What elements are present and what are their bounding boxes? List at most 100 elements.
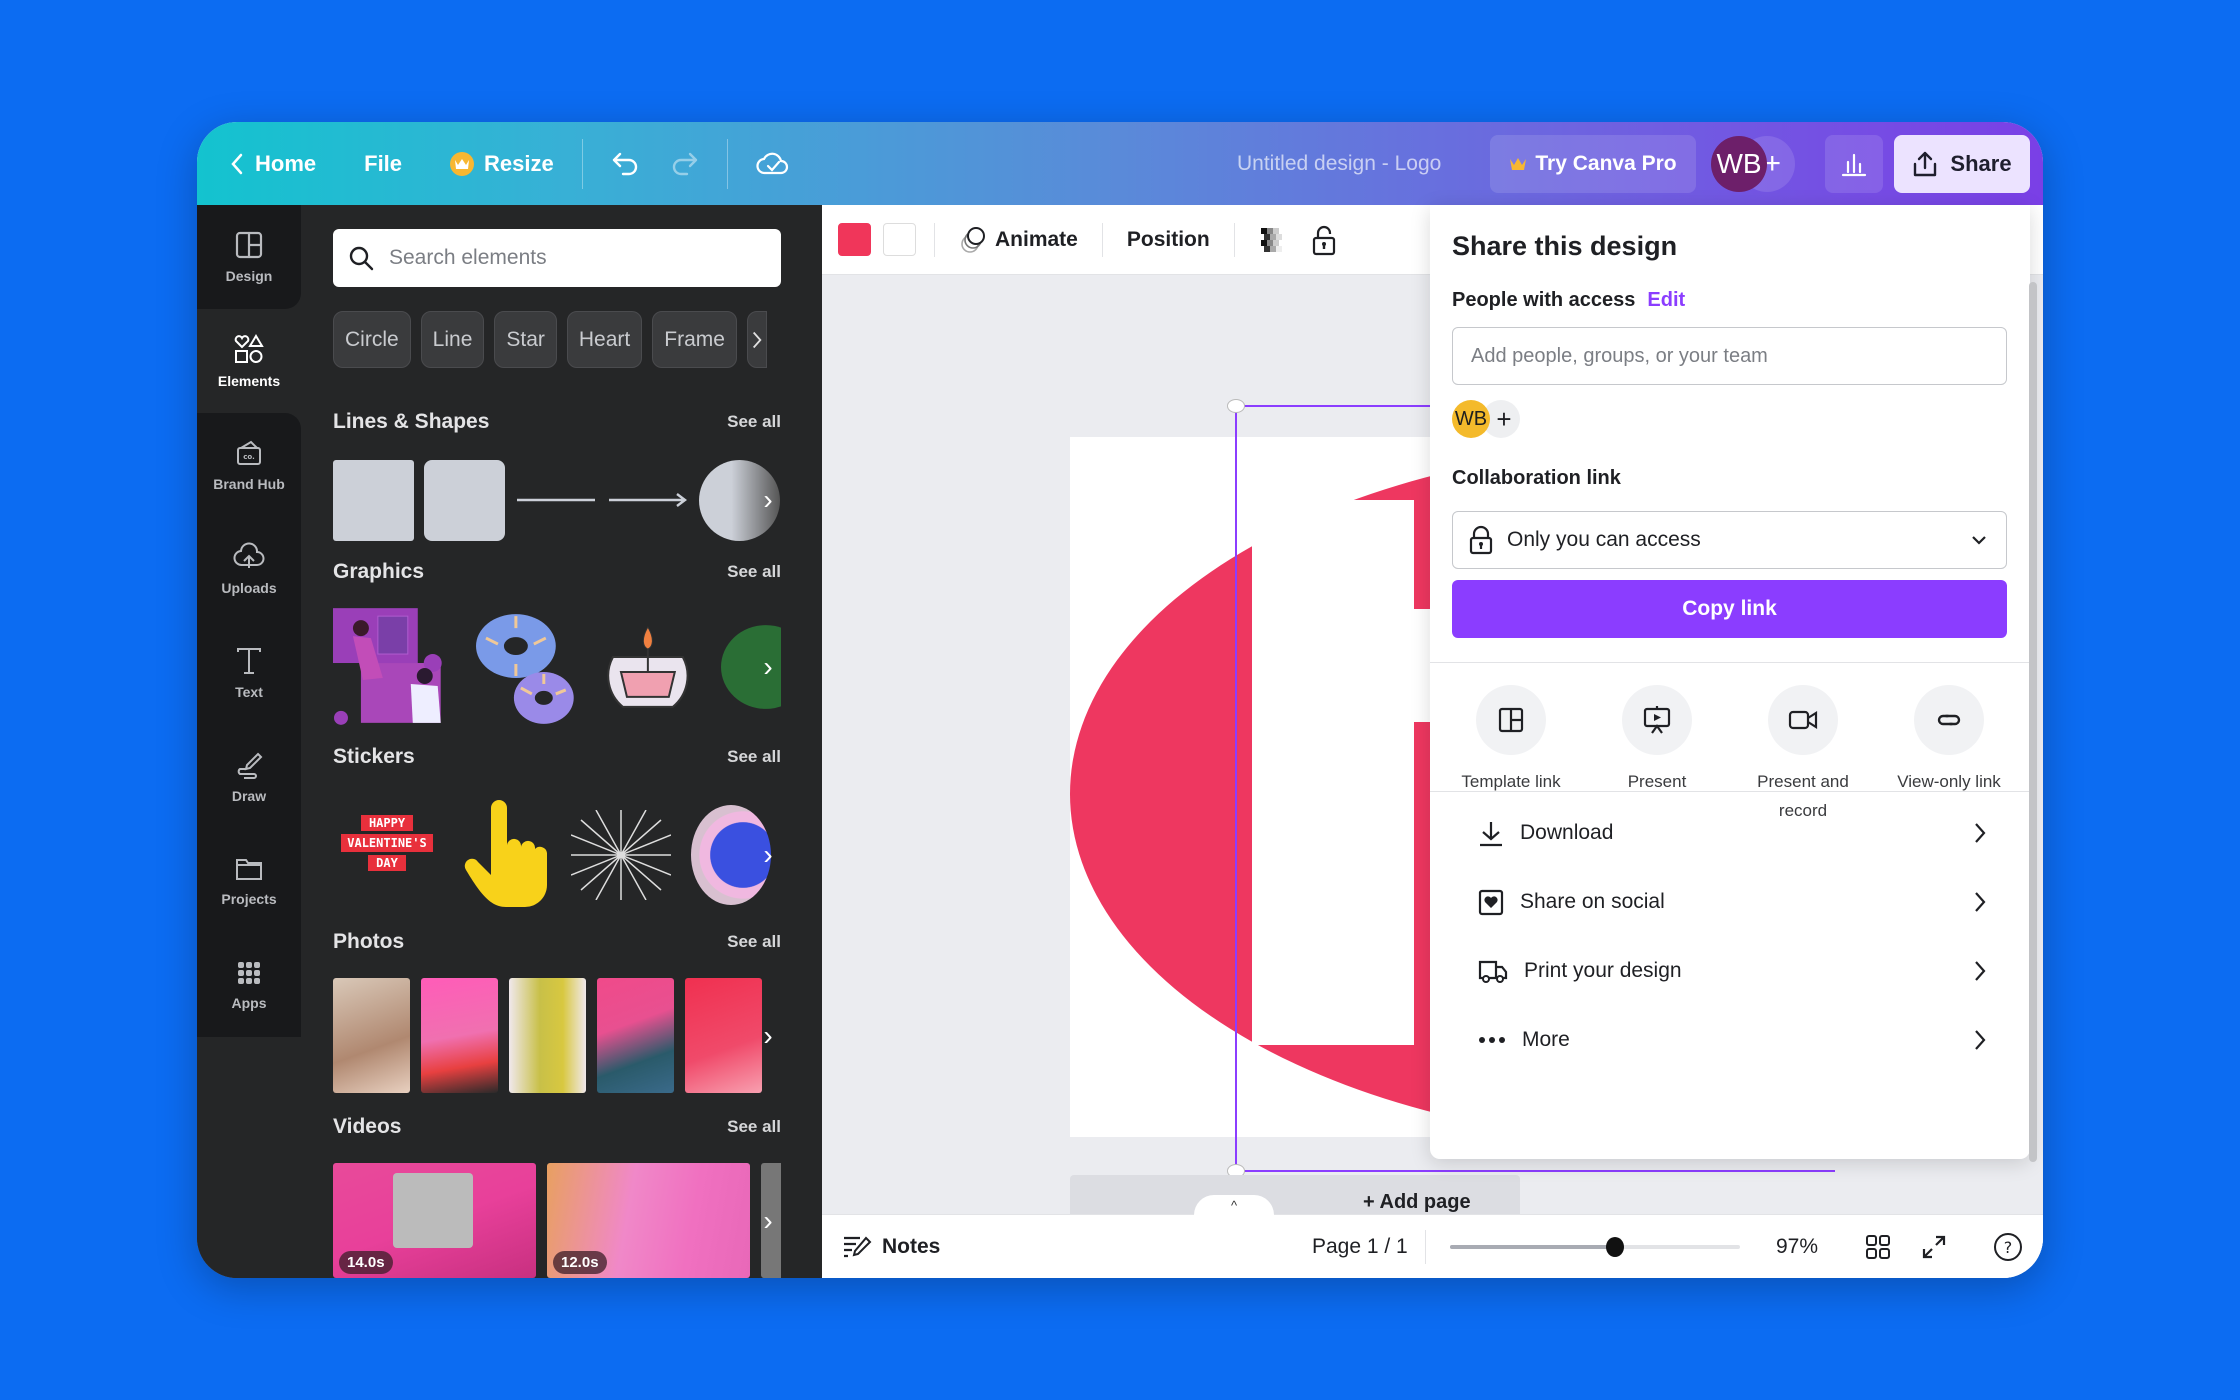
text-icon — [237, 648, 261, 674]
arrow-line-shape[interactable] — [607, 459, 689, 541]
pointing-hand-sticker[interactable] — [461, 800, 551, 910]
scrunchies-graphic[interactable] — [475, 608, 576, 726]
video-thumbnail[interactable]: 12.0s — [547, 1163, 750, 1278]
rail-item-text[interactable]: Text — [197, 621, 301, 725]
user-avatar[interactable]: WB — [1711, 136, 1767, 192]
search-input[interactable] — [389, 246, 769, 270]
rail-item-projects[interactable]: Projects — [197, 829, 301, 933]
section-title: Lines & Shapes — [333, 410, 490, 433]
people-list: WB + — [1452, 400, 1520, 438]
more-menu-item[interactable]: More — [1452, 1010, 2007, 1070]
chip-frame[interactable]: Frame — [652, 311, 737, 368]
rail-item-uploads[interactable]: Uploads — [197, 517, 301, 621]
photo-thumbnail[interactable] — [685, 978, 762, 1093]
bar-chart-icon — [1841, 153, 1867, 177]
zoom-percentage[interactable]: 97% — [1776, 1235, 1818, 1259]
print-design-menu-item[interactable]: Print your design — [1452, 941, 2007, 1001]
transparency-button[interactable] — [1253, 222, 1293, 258]
share-on-social-menu-item[interactable]: Share on social — [1452, 872, 2007, 932]
redo-button[interactable] — [655, 136, 713, 192]
divider — [726, 138, 728, 189]
section-title: Stickers — [333, 745, 415, 768]
see-all-link[interactable]: See all — [727, 562, 781, 582]
candle-graphic[interactable] — [603, 617, 693, 717]
chip-circle[interactable]: Circle — [333, 311, 411, 368]
photos-next-button[interactable]: › — [755, 978, 781, 1093]
rail-item-brand-hub[interactable]: co. Brand Hub — [197, 413, 301, 517]
apps-grid-icon — [238, 962, 260, 984]
see-all-link[interactable]: See all — [727, 1117, 781, 1137]
share-button[interactable]: Share — [1894, 135, 2030, 193]
access-value: Only you can access — [1507, 528, 1701, 551]
stickers-next-button[interactable]: › — [755, 797, 781, 913]
line-shape[interactable] — [515, 459, 597, 541]
border-color-swatch[interactable] — [883, 223, 916, 256]
photo-thumbnail[interactable] — [421, 978, 498, 1093]
notes-button[interactable]: Notes — [842, 1234, 940, 1260]
resize-button[interactable]: Resize — [436, 136, 568, 192]
unlock-icon — [1312, 225, 1335, 255]
fill-color-swatch[interactable] — [838, 223, 871, 256]
animate-button[interactable]: Animate — [953, 222, 1084, 258]
photo-thumbnail[interactable] — [333, 978, 410, 1093]
copy-link-button[interactable]: Copy link — [1452, 580, 2007, 638]
download-menu-item[interactable]: Download — [1452, 803, 2007, 863]
rail-label: Brand Hub — [213, 476, 285, 492]
rail-item-draw[interactable]: Draw — [197, 725, 301, 829]
save-status-button[interactable] — [742, 136, 804, 192]
home-button[interactable]: Home — [215, 136, 330, 192]
download-icon — [1480, 822, 1502, 847]
see-all-link[interactable]: See all — [727, 747, 781, 767]
see-all-link[interactable]: See all — [727, 932, 781, 952]
valentines-sticker[interactable]: HAPPY VALENTINE'S DAY — [333, 815, 441, 895]
rail-item-apps[interactable]: Apps — [197, 933, 301, 1037]
zoom-slider-knob[interactable] — [1606, 1236, 1625, 1257]
resize-handle[interactable] — [1227, 399, 1245, 413]
show-pages-toggle[interactable]: ^ — [1194, 1195, 1274, 1215]
add-page-label: + Add page — [1363, 1190, 1471, 1213]
video-camera-icon — [1788, 710, 1818, 730]
zoom-slider[interactable] — [1450, 1236, 1740, 1257]
people-with-access-heading: People with access Edit — [1452, 289, 1685, 312]
videos-next-button[interactable]: › — [755, 1163, 781, 1278]
lock-button[interactable] — [1305, 220, 1343, 260]
rail-item-elements[interactable]: Elements — [197, 309, 301, 413]
chip-star[interactable]: Star — [494, 311, 557, 368]
couple-toast-graphic[interactable] — [333, 608, 448, 726]
photo-thumbnail[interactable] — [509, 978, 586, 1093]
rounded-square-shape[interactable] — [424, 459, 505, 541]
help-icon: ? — [1994, 1232, 2022, 1261]
file-menu-button[interactable]: File — [350, 136, 416, 192]
member-avatar[interactable]: WB — [1452, 400, 1490, 438]
try-canva-pro-button[interactable]: Try Canva Pro — [1490, 135, 1696, 193]
rail-item-design[interactable]: Design — [197, 205, 301, 309]
lock-icon — [1469, 525, 1493, 555]
zoom-slider-fill — [1450, 1244, 1616, 1249]
undo-button[interactable] — [597, 136, 655, 192]
starburst-sticker[interactable] — [571, 810, 671, 900]
video-thumbnail[interactable]: 14.0s — [333, 1163, 536, 1278]
see-all-link[interactable]: See all — [727, 412, 781, 432]
position-button[interactable]: Position — [1121, 224, 1216, 256]
share-panel-scrollbar[interactable] — [2029, 282, 2037, 1162]
edit-access-link[interactable]: Edit — [1647, 289, 1685, 311]
truck-icon — [1478, 960, 1508, 983]
graphics-next-button[interactable]: › — [755, 607, 781, 727]
photo-thumbnail[interactable] — [597, 978, 674, 1093]
link-access-select[interactable]: Only you can access — [1452, 511, 2007, 569]
document-title[interactable]: Untitled design - Logo — [1237, 152, 1441, 176]
search-box[interactable] — [333, 229, 781, 287]
chip-heart[interactable]: Heart — [566, 311, 643, 368]
help-button[interactable]: ? — [1992, 1231, 2024, 1263]
grid-view-button[interactable] — [1862, 1231, 1894, 1263]
chips-next-button[interactable] — [746, 311, 767, 368]
add-people-input[interactable] — [1452, 327, 2007, 385]
chip-line[interactable]: Line — [420, 311, 485, 368]
insights-button[interactable] — [1825, 135, 1883, 193]
shapes-next-button[interactable]: › — [755, 459, 781, 541]
rail-label: Projects — [221, 891, 277, 907]
left-rail: Design Elements co. Brand Hub Uploads Te… — [197, 205, 301, 1278]
page-indicator[interactable]: Page 1 / 1 — [1312, 1235, 1408, 1259]
square-shape[interactable] — [333, 459, 414, 541]
fullscreen-button[interactable] — [1918, 1231, 1950, 1263]
